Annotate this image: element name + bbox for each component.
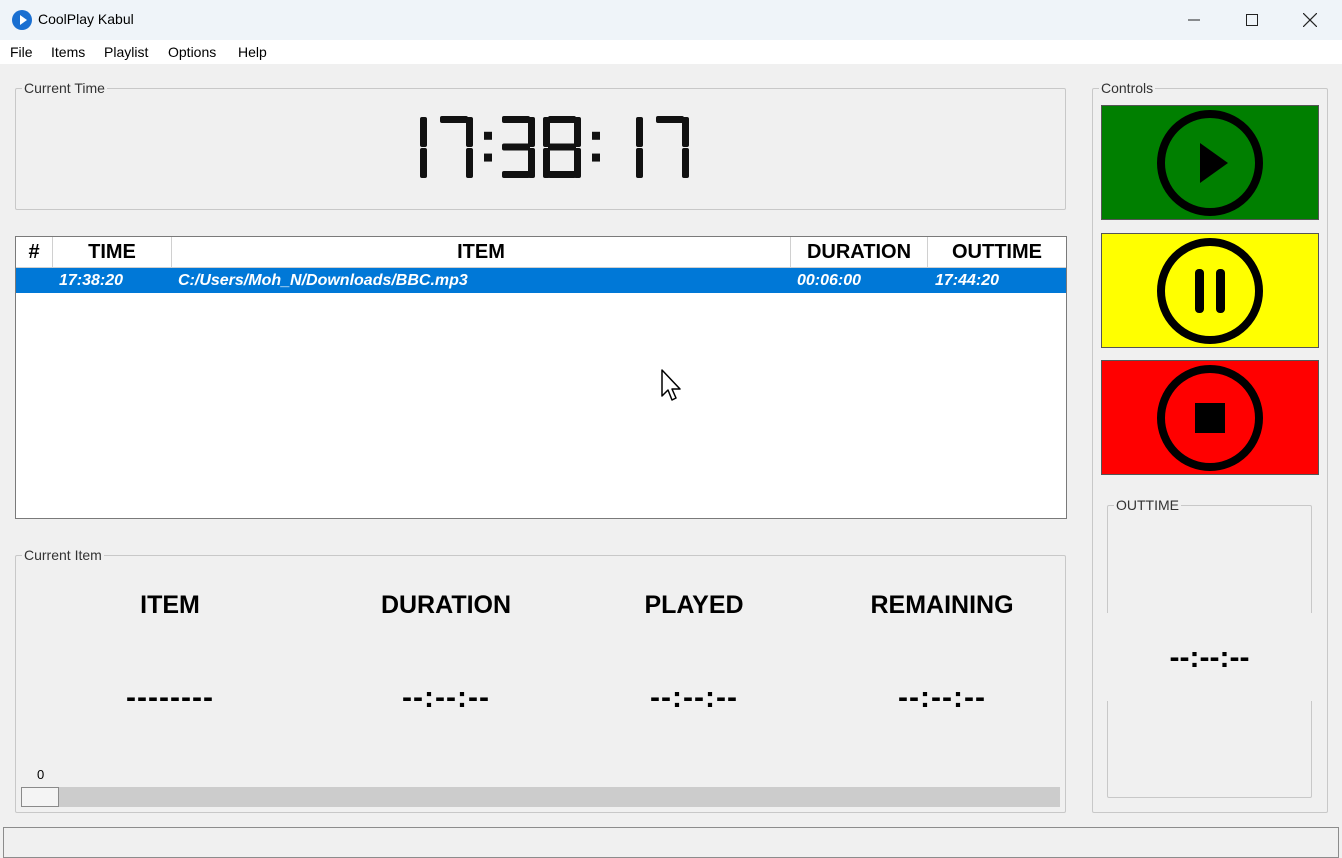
clock-segment	[635, 148, 643, 178]
clock-colon	[483, 131, 492, 140]
row-item: C:/Users/Moh_N/Downloads/BBC.mp3	[178, 272, 468, 289]
pause-icon	[1157, 237, 1263, 344]
app-icon	[12, 10, 32, 30]
slider-min-label: 0	[37, 767, 45, 782]
clock-colon	[591, 153, 600, 162]
menu-playlist[interactable]: Playlist	[104, 44, 148, 60]
window-title: CoolPlay Kabul	[38, 11, 134, 27]
clock-segment	[419, 148, 427, 178]
clock-colon	[483, 153, 492, 162]
clock-segment	[465, 148, 473, 178]
playlist-table[interactable]: # TIME ITEM DURATION OUTTIME 17:38:20 C:…	[15, 236, 1067, 519]
stop-button[interactable]	[1101, 360, 1319, 475]
close-button[interactable]	[1281, 0, 1339, 40]
row-duration: 00:06:00	[797, 272, 862, 289]
column-item[interactable]: ITEM	[172, 237, 791, 268]
current-item-group: Current Item ITEM DURATION PLAYED REMAIN…	[15, 547, 1066, 813]
current-time-legend: Current Time	[24, 80, 105, 96]
close-icon	[1303, 13, 1317, 27]
column-duration[interactable]: DURATION	[791, 237, 928, 268]
minimize-button[interactable]	[1165, 0, 1223, 40]
clock-segment	[547, 116, 576, 123]
play-button[interactable]	[1101, 105, 1319, 220]
outtime-group: OUTTIME --:--:--	[1107, 497, 1312, 798]
clock-display	[16, 114, 1065, 191]
current-item-legend: Current Item	[24, 547, 102, 563]
clock-colon	[591, 131, 600, 140]
remaining-value: --:--:--	[898, 681, 986, 714]
clock-segment	[501, 116, 530, 123]
outtime-value: --:--:--	[1169, 641, 1250, 674]
duration-label: DURATION	[380, 591, 512, 619]
clock-segment	[439, 116, 468, 123]
status-bar	[3, 827, 1339, 858]
stop-icon	[1157, 364, 1263, 471]
seven-segment-clock	[419, 116, 689, 178]
menu-options[interactable]: Options	[168, 44, 216, 60]
slider-thumb[interactable]	[21, 787, 59, 807]
play-icon	[1157, 109, 1263, 216]
pause-button[interactable]	[1101, 233, 1319, 348]
row-outtime: 17:44:20	[935, 272, 1000, 289]
mouse-cursor-icon	[661, 369, 681, 401]
minimize-icon	[1188, 19, 1200, 21]
controls-legend: Controls	[1101, 80, 1154, 96]
clock-segment	[542, 148, 550, 178]
maximize-button[interactable]	[1223, 0, 1281, 40]
clock-segment	[547, 171, 576, 178]
menu-file[interactable]: File	[10, 44, 33, 60]
played-label: PLAYED	[644, 591, 744, 619]
clock-segment	[465, 117, 473, 147]
clock-segment	[573, 117, 581, 147]
item-value: --------	[126, 681, 214, 714]
played-value: --:--:--	[650, 681, 738, 714]
menu-help[interactable]: Help	[238, 44, 267, 60]
column-time[interactable]: TIME	[53, 237, 172, 268]
clock-segment	[681, 117, 689, 147]
item-label: ITEM	[140, 591, 200, 619]
clock-segment	[419, 117, 427, 147]
maximize-icon	[1246, 14, 1258, 26]
playlist-header: # TIME ITEM DURATION OUTTIME	[16, 237, 1066, 268]
clock-segment	[527, 117, 535, 147]
clock-segment	[527, 148, 535, 178]
clock-segment	[501, 143, 530, 151]
clock-segment	[655, 116, 684, 123]
clock-segment	[635, 117, 643, 147]
clock-segment	[681, 148, 689, 178]
duration-value: --:--:--	[402, 681, 490, 714]
menu-bar: File Items Playlist Options Help	[0, 40, 1342, 64]
column-index[interactable]: #	[16, 237, 53, 268]
title-bar: CoolPlay Kabul	[0, 0, 1342, 40]
remaining-label: REMAINING	[870, 591, 1014, 619]
column-outtime[interactable]: OUTTIME	[928, 237, 1066, 268]
clock-segment	[501, 171, 530, 178]
position-slider[interactable]	[21, 787, 1060, 807]
menu-items[interactable]: Items	[51, 44, 85, 60]
row-time: 17:38:20	[59, 272, 124, 289]
clock-segment	[547, 143, 576, 151]
outtime-legend: OUTTIME	[1116, 497, 1179, 513]
clock-segment	[542, 117, 550, 147]
clock-segment	[573, 148, 581, 178]
current-time-group: Current Time	[15, 80, 1066, 210]
table-row[interactable]: 17:38:20 C:/Users/Moh_N/Downloads/BBC.mp…	[16, 268, 1066, 293]
